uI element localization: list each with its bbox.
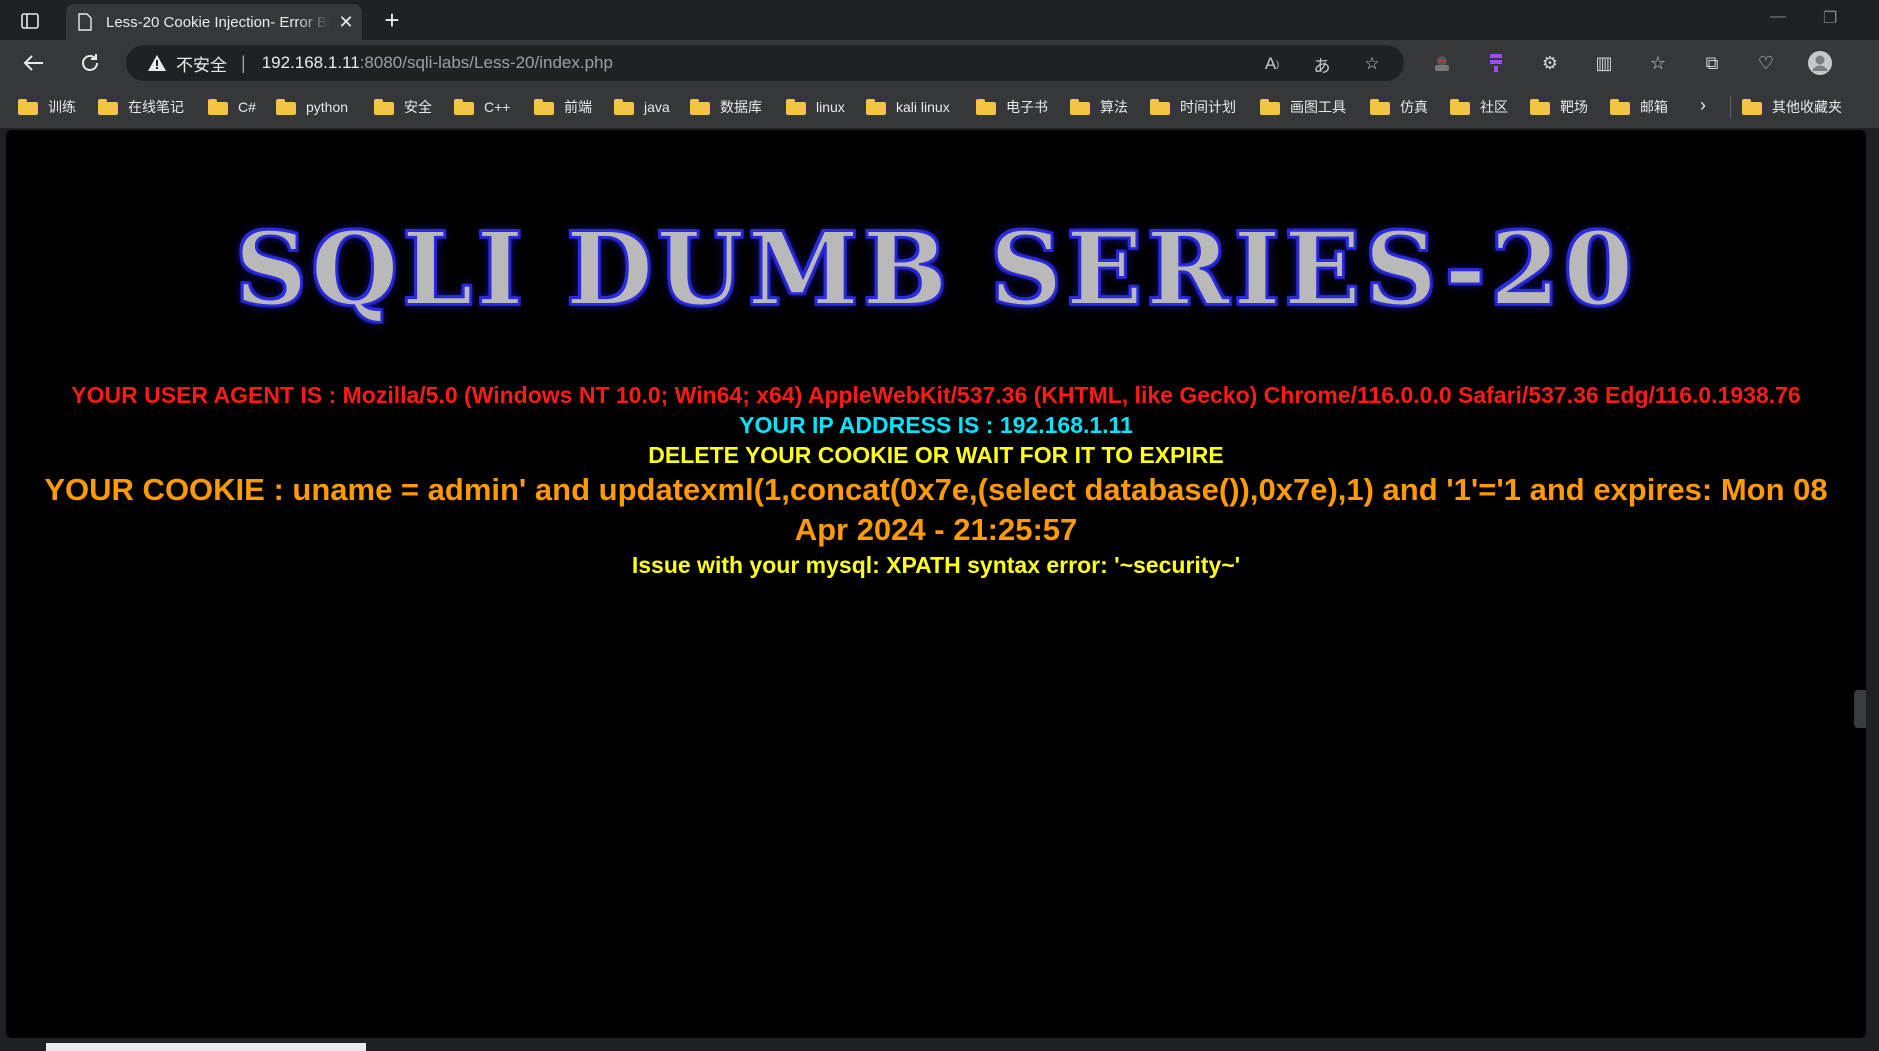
bookmark-folder[interactable]: 社区 bbox=[1450, 96, 1508, 118]
bookmark-folder[interactable]: java bbox=[614, 96, 670, 118]
url-text[interactable]: 192.168.1.11:8080/sqli-labs/Less-20/inde… bbox=[262, 53, 613, 73]
extension-hacker-icon[interactable] bbox=[1424, 48, 1460, 78]
bookmark-folder[interactable]: 前端 bbox=[534, 96, 592, 118]
bookmarks-divider bbox=[1730, 96, 1731, 118]
bookmark-folder[interactable]: linux bbox=[786, 96, 845, 118]
bookmark-folder[interactable]: 训练 bbox=[18, 96, 76, 118]
folder-icon bbox=[374, 99, 394, 115]
favorite-star-icon[interactable]: ☆ bbox=[1360, 53, 1384, 75]
page-banner: SQLI DUMB SERIES-20 bbox=[234, 209, 1638, 329]
bookmark-folder[interactable]: 时间计划 bbox=[1150, 96, 1236, 118]
refresh-icon[interactable] bbox=[74, 48, 106, 78]
mysql-error-text: Issue with your mysql: XPATH syntax erro… bbox=[631, 552, 1241, 578]
security-label[interactable]: 不安全 bbox=[176, 51, 227, 76]
url-host: 192.168.1.11 bbox=[261, 53, 360, 72]
close-tab-icon[interactable]: ✕ bbox=[336, 12, 356, 32]
sidebar-handle[interactable] bbox=[1854, 690, 1866, 728]
bookmark-folder[interactable]: kali linux bbox=[866, 96, 950, 118]
bookmarks-bar: 训练 在线笔记 C# python 安全 C++ 前端 java 数据库 lin… bbox=[0, 86, 1879, 128]
bookmark-folder[interactable]: 画图工具 bbox=[1260, 96, 1346, 118]
bookmark-folder[interactable]: 邮箱 bbox=[1610, 96, 1668, 118]
back-arrow-icon[interactable] bbox=[18, 48, 50, 78]
folder-icon bbox=[98, 99, 118, 115]
warning-icon[interactable] bbox=[146, 53, 168, 73]
folder-icon bbox=[208, 99, 228, 115]
folder-icon bbox=[1260, 99, 1280, 115]
folder-icon bbox=[1742, 99, 1762, 115]
page-viewport: SQLI DUMB SERIES-20 YOUR USER AGENT IS :… bbox=[6, 130, 1866, 1038]
extension-purple-icon[interactable] bbox=[1478, 48, 1514, 78]
collections-icon[interactable]: ⧉ bbox=[1694, 48, 1730, 78]
bookmark-folder[interactable]: 安全 bbox=[374, 96, 432, 118]
favorites-icon[interactable]: ☆ bbox=[1640, 48, 1676, 78]
extensions-icon[interactable]: ⚙ bbox=[1532, 48, 1568, 78]
page-icon bbox=[76, 12, 94, 32]
folder-icon bbox=[276, 99, 296, 115]
user-agent-text: YOUR USER AGENT IS : Mozilla/5.0 (Window… bbox=[71, 382, 1801, 408]
address-bar[interactable]: 不安全 | 192.168.1.11:8080/sqli-labs/Less-2… bbox=[126, 45, 1404, 81]
folder-icon bbox=[1530, 99, 1550, 115]
address-separator: | bbox=[241, 52, 246, 73]
folder-icon bbox=[1610, 99, 1630, 115]
tab-strip: Less-20 Cookie Injection- Error Based ✕ … bbox=[0, 0, 1879, 40]
bookmark-folder[interactable]: 算法 bbox=[1070, 96, 1128, 118]
chevron-right-icon[interactable]: › bbox=[1700, 95, 1706, 116]
minimize-icon[interactable]: — bbox=[1770, 8, 1786, 26]
bookmark-folder[interactable]: C# bbox=[208, 96, 256, 118]
cookie-text: YOUR COOKIE : uname = admin' and updatex… bbox=[44, 472, 1828, 547]
bookmark-folder[interactable]: 仿真 bbox=[1370, 96, 1428, 118]
profile-avatar[interactable] bbox=[1802, 48, 1838, 78]
folder-icon bbox=[614, 99, 634, 115]
read-aloud-icon[interactable]: A) bbox=[1260, 53, 1284, 75]
tab-actions-icon[interactable] bbox=[18, 10, 42, 32]
folder-icon bbox=[866, 99, 886, 115]
horizontal-scrollbar[interactable] bbox=[46, 1043, 366, 1051]
folder-icon bbox=[1370, 99, 1390, 115]
delete-cookie-text: DELETE YOUR COOKIE OR WAIT FOR IT TO EXP… bbox=[648, 442, 1224, 468]
bookmark-folder[interactable]: python bbox=[276, 96, 348, 118]
bookmark-folder[interactable]: 电子书 bbox=[976, 96, 1048, 118]
translate-icon[interactable]: あ bbox=[1310, 53, 1334, 76]
split-screen-icon[interactable]: ▥ bbox=[1586, 48, 1622, 78]
folder-icon bbox=[1450, 99, 1470, 115]
folder-icon bbox=[786, 99, 806, 115]
folder-icon bbox=[534, 99, 554, 115]
bookmark-folder[interactable]: 数据库 bbox=[690, 96, 762, 118]
other-bookmarks-folder[interactable]: 其他收藏夹 bbox=[1742, 96, 1842, 118]
active-tab[interactable]: Less-20 Cookie Injection- Error Based ✕ bbox=[66, 4, 362, 40]
restore-icon[interactable]: ❐ bbox=[1823, 8, 1837, 28]
folder-icon bbox=[1070, 99, 1090, 115]
bookmark-folder[interactable]: 在线笔记 bbox=[98, 96, 184, 118]
ip-address-text: YOUR IP ADDRESS IS : 192.168.1.11 bbox=[739, 412, 1133, 438]
folder-icon bbox=[1150, 99, 1170, 115]
folder-icon bbox=[18, 99, 38, 115]
new-tab-button[interactable]: + bbox=[378, 7, 406, 34]
bookmark-folder[interactable]: C++ bbox=[454, 96, 510, 118]
folder-icon bbox=[454, 99, 474, 115]
tab-title: Less-20 Cookie Injection- Error Based bbox=[106, 13, 330, 31]
folder-icon bbox=[690, 99, 710, 115]
browser-essentials-icon[interactable]: ♡ bbox=[1748, 48, 1784, 78]
bookmark-folder[interactable]: 靶场 bbox=[1530, 96, 1588, 118]
folder-icon bbox=[976, 99, 996, 115]
navigation-toolbar: 不安全 | 192.168.1.11:8080/sqli-labs/Less-2… bbox=[0, 40, 1879, 86]
url-path: :8080/sqli-labs/Less-20/index.php bbox=[359, 53, 613, 72]
